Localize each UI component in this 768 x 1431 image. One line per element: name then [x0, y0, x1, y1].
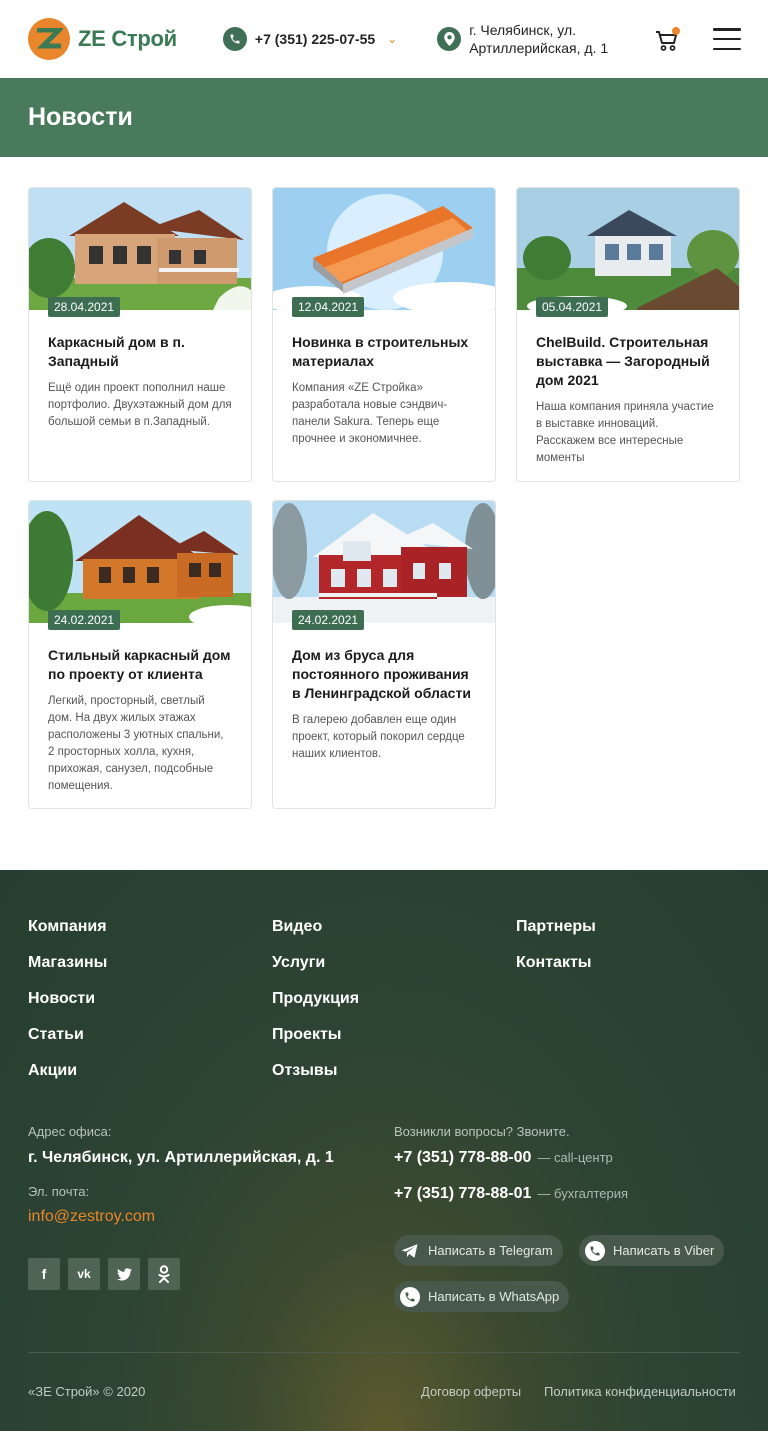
site-header: ZE Строй +7 (351) 225-07-55 ⌄ г. Челябин…: [0, 0, 768, 78]
news-title[interactable]: Дом из бруса для постоянного проживания …: [292, 646, 476, 703]
footer-link[interactable]: Статьи: [28, 1026, 107, 1044]
viber-label: Написать в Viber: [613, 1243, 715, 1258]
chevron-down-icon[interactable]: ⌄: [387, 32, 397, 46]
footer-menu-col-2: Видео Услуги Продукция Проекты Отзывы: [272, 918, 359, 1098]
news-image[interactable]: [273, 501, 495, 623]
address-text: г. Челябинск, ул. Артиллерийская, д. 1: [469, 22, 609, 56]
news-description: Ещё один проект пополнил наше портфолио.…: [48, 382, 232, 428]
footer-link[interactable]: Новости: [28, 990, 107, 1008]
logo-icon: [28, 18, 70, 60]
news-description: Наша компания приняла участие в выставке…: [536, 401, 714, 464]
news-image[interactable]: [517, 188, 739, 310]
news-card[interactable]: 28.04.2021 Каркасный дом в п. Западный Е…: [28, 187, 252, 482]
news-description: В галерею добавлен еще один проект, кото…: [292, 714, 465, 760]
news-title[interactable]: Каркасный дом в п. Западный: [48, 333, 232, 371]
whatsapp-button[interactable]: Написать в WhatsApp: [394, 1281, 570, 1312]
footer-link[interactable]: Магазины: [28, 954, 107, 972]
email-label: Эл. почта:: [28, 1184, 90, 1199]
footer-link[interactable]: Проекты: [272, 1026, 359, 1044]
telegram-label: Написать в Telegram: [428, 1243, 553, 1258]
logo-text: ZE Строй: [78, 26, 177, 51]
footer-link[interactable]: Акции: [28, 1062, 107, 1080]
news-description: Легкий, просторный, светлый дом. На двух…: [48, 695, 224, 792]
news-card[interactable]: 24.02.2021 Стильный каркасный дом по про…: [28, 500, 252, 809]
footer-link[interactable]: Компания: [28, 918, 107, 936]
menu-hamburger-icon[interactable]: [713, 28, 741, 50]
news-card[interactable]: 24.02.2021 Дом из бруса для постоянного …: [272, 500, 496, 809]
news-card[interactable]: 12.04.2021 Новинка в строительных матери…: [272, 187, 496, 482]
logo[interactable]: ZE Строй: [28, 18, 177, 60]
telegram-icon: [400, 1241, 420, 1261]
social-links: f vk: [28, 1258, 180, 1290]
office-address: г. Челябинск, ул. Артиллерийская, д. 1: [28, 1149, 334, 1166]
phone-note: — call-центр: [537, 1150, 613, 1165]
office-label: Адрес офиса:: [28, 1124, 112, 1139]
page-title: Новости: [28, 103, 133, 131]
footer-link[interactable]: Партнеры: [516, 918, 596, 936]
news-card[interactable]: 05.04.2021 ChelBuild. Строительная выста…: [516, 187, 740, 482]
vk-icon[interactable]: vk: [68, 1258, 100, 1290]
location-pin-icon: [437, 27, 462, 51]
phone-icon: [222, 27, 247, 51]
whatsapp-icon: [400, 1286, 420, 1307]
footer-link[interactable]: Видео: [272, 918, 359, 936]
news-image[interactable]: [273, 188, 495, 310]
page-title-band: Новости: [0, 78, 768, 157]
news-date: 24.02.2021: [48, 610, 121, 630]
news-title[interactable]: ChelBuild. Строительная выставка — Загор…: [536, 333, 720, 390]
news-grid: 28.04.2021 Каркасный дом в п. Западный Е…: [0, 157, 768, 870]
news-title[interactable]: Новинка в строительных материалах: [292, 333, 476, 371]
news-date: 05.04.2021: [536, 297, 609, 317]
odnoklassniki-icon[interactable]: [148, 1258, 180, 1290]
twitter-icon[interactable]: [108, 1258, 140, 1290]
footer-divider: [28, 1352, 740, 1353]
viber-button[interactable]: Написать в Viber: [579, 1235, 725, 1266]
footer-link[interactable]: Услуги: [272, 954, 359, 972]
phone-note: — бухгалтерия: [537, 1186, 629, 1201]
phone-number: +7 (351) 778-88-00: [394, 1149, 532, 1166]
copyright: «ЗЕ Строй» © 2020: [28, 1384, 146, 1399]
news-description: Компания «ZE Стройка» разработала новые …: [292, 382, 448, 445]
news-image[interactable]: [29, 188, 251, 310]
email-link[interactable]: info@zestroy.com: [28, 1208, 155, 1226]
news-title[interactable]: Стильный каркасный дом по проекту от кли…: [48, 646, 232, 684]
offer-link[interactable]: Договор оферты: [421, 1384, 521, 1399]
phone-number: +7 (351) 225-07-55: [254, 31, 376, 47]
phone-accounting[interactable]: +7 (351) 778-88-01 — бухгалтерия: [394, 1185, 628, 1203]
cart-badge: [672, 27, 680, 35]
phone-call-center[interactable]: +7 (351) 778-88-00 — call-центр: [394, 1149, 613, 1167]
viber-icon: [585, 1240, 605, 1261]
footer-link[interactable]: Продукция: [272, 990, 359, 1008]
news-date: 24.02.2021: [292, 610, 365, 630]
privacy-link[interactable]: Политика конфиденциальности: [544, 1384, 736, 1399]
footer-link[interactable]: Отзывы: [272, 1062, 359, 1080]
telegram-button[interactable]: Написать в Telegram: [394, 1235, 563, 1266]
news-date: 28.04.2021: [48, 297, 121, 317]
news-date: 12.04.2021: [292, 297, 365, 317]
facebook-icon[interactable]: f: [28, 1258, 60, 1290]
cart-icon[interactable]: [654, 27, 682, 53]
whatsapp-label: Написать в WhatsApp: [428, 1289, 560, 1304]
footer-menu-col-1: Компания Магазины Новости Статьи Акции: [28, 918, 107, 1098]
header-address: г. Челябинск, ул. Артиллерийская, д. 1: [437, 21, 619, 57]
phone-number: +7 (351) 778-88-01: [394, 1185, 532, 1202]
header-phone[interactable]: +7 (351) 225-07-55 ⌄: [222, 27, 397, 51]
news-image[interactable]: [29, 501, 251, 623]
site-footer: Компания Магазины Новости Статьи Акции В…: [0, 870, 768, 1431]
footer-menu-col-3: Партнеры Контакты: [516, 918, 596, 990]
questions-label: Возникли вопросы? Звоните.: [394, 1124, 570, 1139]
footer-link[interactable]: Контакты: [516, 954, 596, 972]
